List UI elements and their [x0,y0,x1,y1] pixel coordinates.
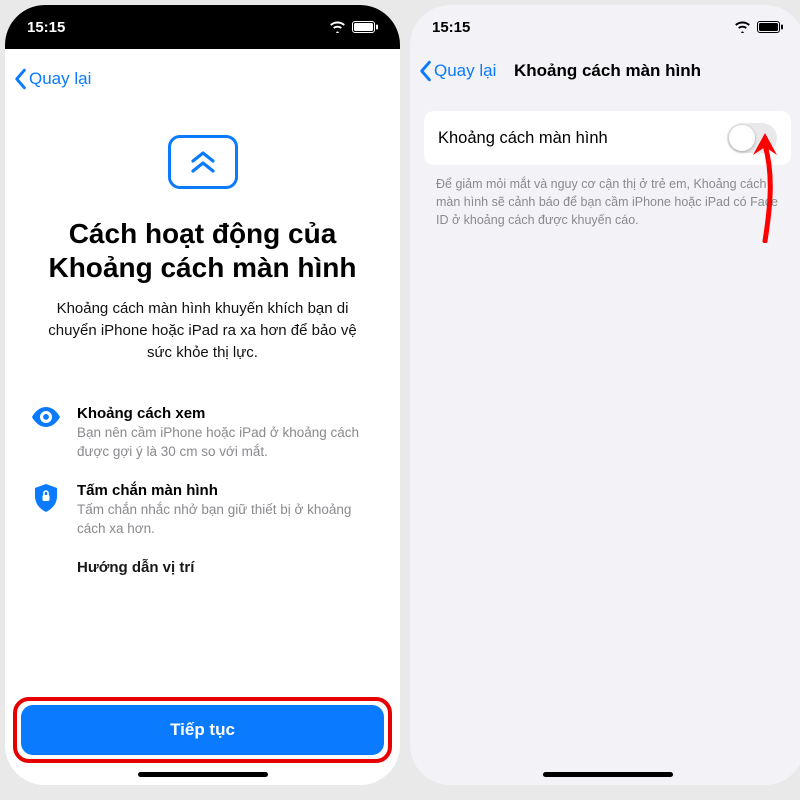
continue-button[interactable]: Tiếp tục [21,705,384,755]
page-title: Cách hoạt động của Khoảng cách màn hình [5,217,400,284]
back-label: Quay lại [434,61,496,81]
feature-title: Khoảng cách xem [77,405,374,422]
shield-icon [34,484,58,512]
battery-icon [352,21,378,33]
wifi-icon [329,21,346,33]
feature-body: Tấm chắn nhắc nhở bạn giữ thiết bị ở kho… [77,499,374,539]
eye-icon [32,407,60,427]
status-icons [329,21,378,33]
home-indicator [138,772,268,777]
hero-icon [5,135,400,189]
status-time: 15:15 [432,19,470,36]
chevron-left-icon [418,60,432,82]
back-button[interactable]: Quay lại [418,60,496,82]
feature-title: Tấm chắn màn hình [77,482,374,499]
phone-right: 15:15 Quay lại Khoảng cách màn hình Khoả… [410,5,800,785]
status-bar: 15:15 [410,5,800,49]
chevron-left-icon [13,68,27,90]
wifi-icon [734,21,751,33]
status-time: 15:15 [27,19,65,36]
back-label: Quay lại [29,69,91,89]
page-description: Khoảng cách màn hình khuyến khích bạn di… [5,284,400,363]
feature-item: Tấm chắn màn hình Tấm chắn nhắc nhở bạn … [27,472,378,549]
status-bar: 15:15 [5,5,400,49]
nav-title: Khoảng cách màn hình [514,61,701,81]
nav-bar: Quay lại Khoảng cách màn hình [410,49,800,93]
setting-cell-screen-distance[interactable]: Khoảng cách màn hình [424,111,791,165]
home-indicator [543,772,673,777]
chevrons-up-icon [187,147,219,177]
feature-list: Khoảng cách xem Bạn nên cầm iPhone hoặc … [5,363,400,586]
setting-footer: Để giảm mỏi mắt và nguy cơ cận thị ở trẻ… [410,165,800,229]
phone-left: 15:15 Quay lại C [5,5,400,785]
toggle-knob [729,125,755,151]
feature-item: Hướng dẫn vị trí [27,549,378,586]
battery-icon [757,21,783,33]
feature-item: Khoảng cách xem Bạn nên cầm iPhone hoặc … [27,395,378,472]
status-icons [734,21,783,33]
back-button[interactable]: Quay lại [13,68,91,90]
cell-label: Khoảng cách màn hình [438,129,608,148]
feature-body: Bạn nên cầm iPhone hoặc iPad ở khoảng cá… [77,422,374,462]
nav-bar: Quay lại [5,57,400,101]
feature-title: Hướng dẫn vị trí [77,559,194,576]
toggle-screen-distance[interactable] [727,123,777,153]
